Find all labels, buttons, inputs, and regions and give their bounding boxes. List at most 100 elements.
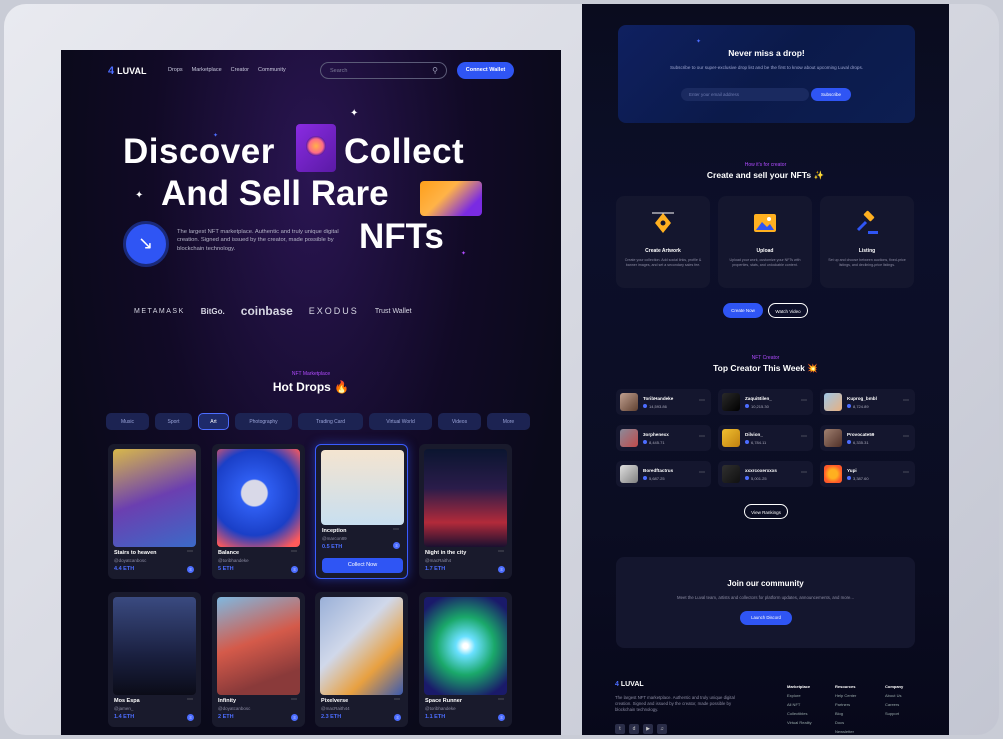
nft-author: @macRaith4 (425, 558, 452, 563)
tab-more[interactable]: More (487, 413, 530, 430)
nft-card[interactable]: Space Runner ⋯ @toribhandeke 1.1 ETH Ξ (419, 592, 512, 727)
more-options-icon[interactable]: ⋯ (699, 469, 705, 476)
footer-link[interactable]: All NFT (787, 702, 812, 707)
footer-logo[interactable]: 4 LUVAL (615, 681, 644, 688)
nft-card[interactable]: Night in the city ⋯ @macRaith4 1.7 ETH Ξ (419, 444, 512, 579)
nft-price: 4.4 ETH (114, 566, 135, 572)
create-eyebrow: How it's for creator (744, 162, 787, 168)
footer-link[interactable]: Support (885, 711, 903, 716)
search-input[interactable]: Search ⚲ (320, 62, 447, 79)
launch-discord-button[interactable]: Launch Discord (740, 611, 792, 625)
nft-card[interactable]: Balance ⋯ @toribhandeke 5 ETH Ξ (212, 444, 305, 579)
twitter-icon[interactable]: t (615, 724, 625, 734)
view-rankings-button[interactable]: View Rankings (744, 504, 788, 519)
creator-row[interactable]: 3orphenexx 8,445.71 ⋯ (616, 425, 711, 451)
more-options-icon[interactable]: ⋯ (903, 469, 909, 476)
collect-now-button[interactable]: Collect Now (322, 558, 403, 573)
logo[interactable]: 4 LUVAL (108, 65, 146, 77)
explore-circle-button[interactable]: ↘ (123, 221, 169, 267)
youtube-icon[interactable]: ▶ (643, 724, 653, 734)
more-options-icon[interactable]: ⋯ (393, 526, 399, 533)
footer-link[interactable]: Partners (835, 702, 856, 707)
more-options-icon[interactable]: ⋯ (801, 469, 807, 476)
more-options-icon[interactable]: ⋯ (903, 397, 909, 404)
creator-row[interactable]: xxxrcoxerxxxs 5,001.25 ⋯ (718, 461, 813, 487)
search-placeholder: Search (330, 68, 348, 74)
footer-link[interactable]: Docs (835, 720, 856, 725)
watch-video-button[interactable]: Watch Video (768, 303, 808, 318)
more-options-icon[interactable]: ⋯ (498, 696, 504, 703)
tab-sport[interactable]: Sport (155, 413, 192, 430)
nft-price: 1.7 ETH (425, 566, 446, 572)
nft-card-selected[interactable]: Inception ⋯ @marcon89 0.5 ETH Ξ Collect … (315, 444, 408, 579)
more-options-icon[interactable]: ⋯ (801, 397, 807, 404)
creator-row[interactable]: Dilvion_ 6,784.11 ⋯ (718, 425, 813, 451)
tab-music[interactable]: Music (106, 413, 149, 430)
hero-word-collect: Collect (344, 132, 465, 171)
tab-photography[interactable]: Photography (235, 413, 292, 430)
nft-image (424, 449, 507, 547)
footer-logo-text: LUVAL (620, 681, 644, 688)
footer-link[interactable]: Blog (835, 711, 856, 716)
creator-row[interactable]: Yupi 3,387.60 ⋯ (820, 461, 915, 487)
nav-link-community[interactable]: Community (258, 67, 286, 73)
more-options-icon[interactable]: ⋯ (903, 433, 909, 440)
creator-name: ToribHandeke (643, 396, 674, 401)
nav-link-drops[interactable]: Drops (168, 67, 183, 73)
creator-row[interactable]: Boredftactrus 5,687.25 ⋯ (616, 461, 711, 487)
more-options-icon[interactable]: ⋯ (699, 397, 705, 404)
more-options-icon[interactable]: ⋯ (187, 696, 193, 703)
step-card-create: Create Artwork Create your collection. A… (616, 196, 710, 288)
tab-art[interactable]: Art (198, 413, 229, 430)
nav-link-marketplace[interactable]: Marketplace (192, 67, 222, 73)
more-options-icon[interactable]: ⋯ (498, 548, 504, 555)
tab-videos[interactable]: Videos (438, 413, 481, 430)
footer-link[interactable]: Collectibles (787, 711, 812, 716)
creator-row[interactable]: Provocate59 6,335.31 ⋯ (820, 425, 915, 451)
nft-author: @toribhandeke (425, 706, 456, 711)
email-field[interactable]: Enter your email address (681, 88, 809, 101)
more-options-icon[interactable]: ⋯ (801, 433, 807, 440)
footer-col-resources: Resources Help Center Partners Blog Docs… (835, 684, 856, 735)
tab-virtual-world[interactable]: Virtual World (369, 413, 432, 430)
footer-link[interactable]: Newsletter (835, 729, 856, 734)
nav-link-creator[interactable]: Creator (231, 67, 249, 73)
nft-card[interactable]: Mos Espa ⋯ @jamen_ 1.4 ETH Ξ (108, 592, 201, 727)
footer-link[interactable]: Help Center (835, 693, 856, 698)
logo-mark-icon: 4 (108, 65, 115, 77)
creator-row[interactable]: Zaqui5tilen_ 10,215.30 ⋯ (718, 389, 813, 415)
creator-name: Yupi (847, 468, 857, 473)
avatar (722, 465, 740, 483)
subscribe-button[interactable]: Subscribe (811, 88, 851, 101)
nft-card[interactable]: Stairs to heaven ⋯ @doyatcanbosc 4.4 ETH… (108, 444, 201, 579)
create-now-button[interactable]: Create Now (723, 303, 763, 318)
more-options-icon[interactable]: ⋯ (699, 433, 705, 440)
brand-metamask: METAMASK (134, 307, 185, 315)
nft-price: 5 ETH (218, 566, 234, 572)
tiktok-icon[interactable]: ♫ (657, 724, 667, 734)
more-options-icon[interactable]: ⋯ (394, 696, 400, 703)
nft-card[interactable]: Infinity ⋯ @doyatcanbosc 2 ETH Ξ (212, 592, 305, 727)
nft-name: Pixelverse (321, 698, 349, 704)
nft-price: 2.3 ETH (321, 714, 342, 720)
tab-trading-card[interactable]: Trading Card (298, 413, 363, 430)
footer-link[interactable]: Virtual Reality (787, 720, 812, 725)
creator-volume: 5,687.25 (643, 476, 665, 481)
creator-row[interactable]: ToribHandeke 14,593.86 ⋯ (616, 389, 711, 415)
nft-card[interactable]: Pixelverse ⋯ @macRaith44 2.3 ETH Ξ (315, 592, 408, 727)
footer-link[interactable]: About Us (885, 693, 903, 698)
more-options-icon[interactable]: ⋯ (291, 548, 297, 555)
discord-icon[interactable]: d (629, 724, 639, 734)
nft-author: @doyatcanbosc (114, 558, 147, 563)
footer-link[interactable]: Careers (885, 702, 903, 707)
avatar (620, 429, 638, 447)
ethereum-icon: Ξ (187, 714, 194, 721)
connect-wallet-button[interactable]: Connect Wallet (457, 62, 514, 79)
step-title: Create Artwork (645, 248, 681, 254)
nft-image (217, 449, 300, 547)
creator-row[interactable]: Kuprog_bmbl 8,724.89 ⋯ (820, 389, 915, 415)
nft-name: Balance (218, 550, 240, 556)
more-options-icon[interactable]: ⋯ (291, 696, 297, 703)
more-options-icon[interactable]: ⋯ (187, 548, 193, 555)
footer-link[interactable]: Explore (787, 693, 812, 698)
